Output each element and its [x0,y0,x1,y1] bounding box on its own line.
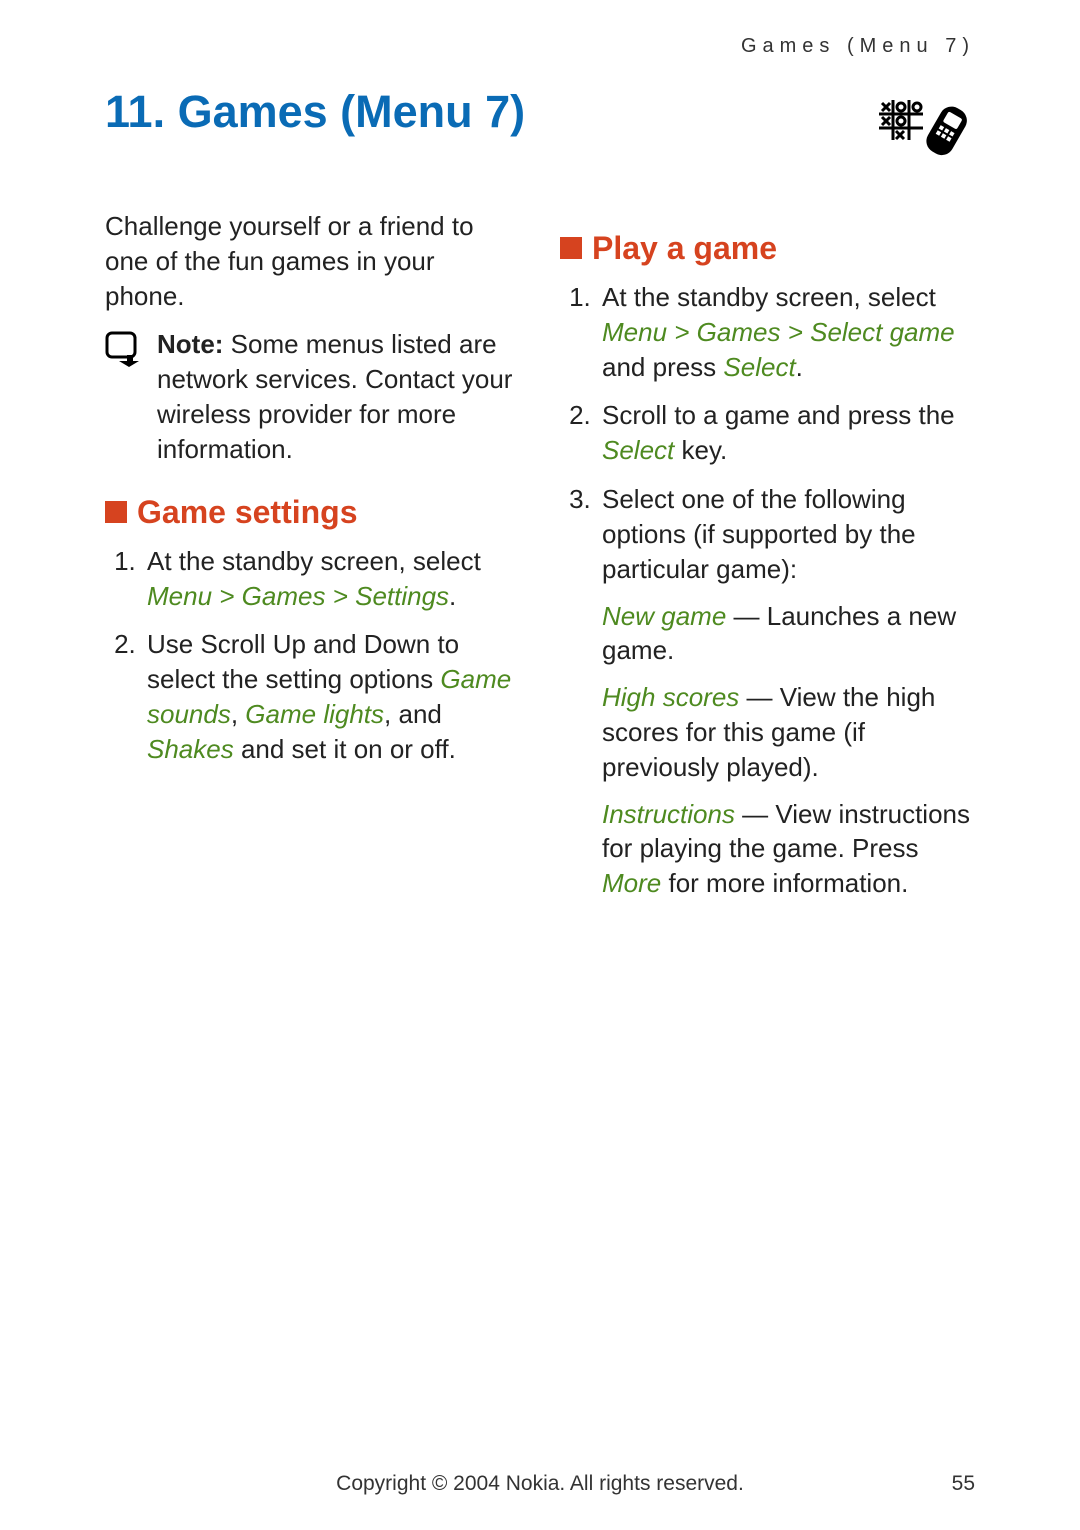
list-item: Use Scroll Up and Down to select the set… [143,627,520,766]
step-text: key. [674,435,727,465]
step-text: Use Scroll Up and Down to select the set… [147,629,459,694]
list-item: At the standby screen, select Menu > Gam… [598,280,975,384]
ui-option: Shakes [147,734,234,764]
note-block: Note: Some menus listed are network serv… [105,327,520,466]
note-text: Note: Some menus listed are network serv… [157,327,520,466]
ui-option: Instructions [602,799,735,829]
page-number: 55 [952,1472,975,1496]
step-text: , and [384,699,442,729]
step-text: At the standby screen, select [147,546,481,576]
list-item: At the standby screen, select Menu > Gam… [143,544,520,614]
ui-path: Menu > Games > Select game [602,317,955,347]
step-text: Select one of the following options (if … [602,484,916,584]
list-item: Scroll to a game and press the Select ke… [598,398,975,468]
option-desc: for more information. [661,868,908,898]
note-label: Note: [157,329,223,359]
step-text: At the standby screen, select [602,282,936,312]
copyright-text: Copyright © 2004 Nokia. All rights reser… [105,1472,975,1496]
intro-text: Challenge yourself or a friend to one of… [105,209,520,313]
note-icon [105,331,143,376]
game-settings-steps: At the standby screen, select Menu > Gam… [105,544,520,767]
section-bullet-icon [560,237,582,259]
manual-page: Games (Menu 7) 11. Games (Menu 7) [0,0,1080,1530]
ui-option: High scores [602,682,739,712]
step-text: Scroll to a game and press the [602,400,955,430]
section-heading-text: Game settings [137,491,358,534]
step-text: and press [602,352,723,382]
content-columns: Challenge yourself or a friend to one of… [105,209,975,915]
step-text: . [796,352,803,382]
step-text: . [449,581,456,611]
games-icon [875,94,975,169]
step-text: , [231,699,245,729]
chapter-title: 11. Games (Menu 7) [105,86,525,138]
chapter-row: 11. Games (Menu 7) [105,86,975,169]
option-block: High scores — View the high scores for t… [602,680,975,784]
section-bullet-icon [105,501,127,523]
ui-option: Game lights [245,699,384,729]
right-column: Play a game At the standby screen, selec… [560,209,975,915]
section-heading-play-game: Play a game [560,227,975,270]
play-game-steps: At the standby screen, select Menu > Gam… [560,280,975,901]
ui-key: More [602,868,661,898]
section-heading-game-settings: Game settings [105,491,520,534]
option-block: New game — Launches a new game. [602,599,975,669]
left-column: Challenge yourself or a friend to one of… [105,209,520,915]
ui-option: New game [602,601,726,631]
ui-key: Select [602,435,674,465]
section-heading-text: Play a game [592,227,777,270]
running-head: Games (Menu 7) [105,35,975,58]
step-text: and set it on or off. [234,734,456,764]
page-footer: Copyright © 2004 Nokia. All rights reser… [105,1472,975,1496]
ui-path: Menu > Games > Settings [147,581,449,611]
option-block: Instructions — View instructions for pla… [602,797,975,901]
list-item: Select one of the following options (if … [598,482,975,901]
ui-key: Select [723,352,795,382]
